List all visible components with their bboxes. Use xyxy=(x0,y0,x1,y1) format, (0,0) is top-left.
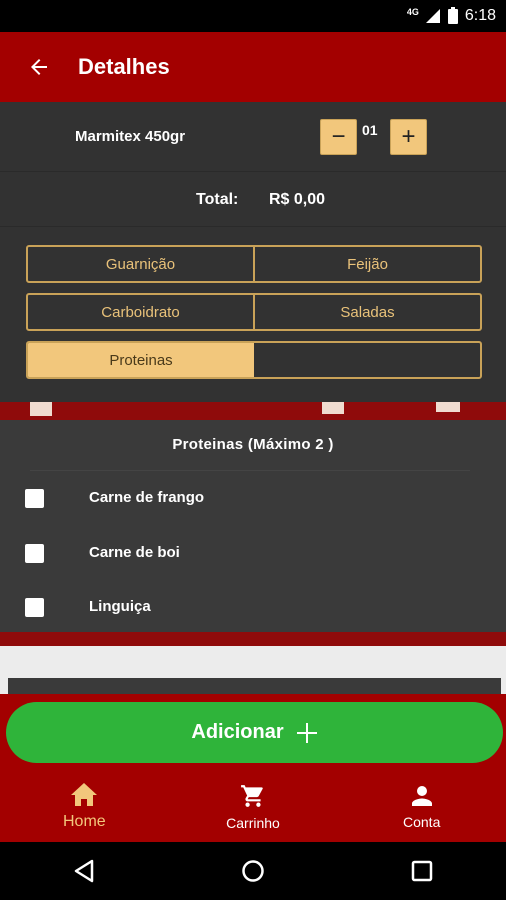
system-home-button[interactable] xyxy=(223,847,283,895)
nav-label: Home xyxy=(62,813,106,830)
tab-feijao[interactable]: Feijão xyxy=(253,247,480,281)
nav-conta[interactable]: Conta xyxy=(337,772,506,842)
nav-carrinho[interactable]: Carrinho xyxy=(169,772,338,842)
banner-decoration xyxy=(436,402,460,412)
tab-proteinas[interactable]: Proteinas xyxy=(28,343,254,377)
battery-icon xyxy=(447,7,458,24)
nav-label: Conta xyxy=(403,814,441,830)
product-row: Marmitex 450gr − 01 + xyxy=(0,102,506,172)
banner-decoration xyxy=(30,402,52,416)
divider xyxy=(30,470,470,471)
tab-empty xyxy=(254,343,480,377)
cart-icon xyxy=(241,785,263,807)
back-button[interactable] xyxy=(0,32,78,102)
total-value: R$ 0,00 xyxy=(269,191,326,208)
options-title: Proteinas (Máximo 2 ) xyxy=(172,436,334,453)
network-indicator: 4G xyxy=(406,7,419,17)
banner-decoration xyxy=(322,402,344,414)
quantity-value: 01 xyxy=(362,122,378,138)
list-item[interactable]: Carne de frango xyxy=(0,489,506,539)
signal-icon xyxy=(425,9,440,23)
details-panel: Marmitex 450gr − 01 + Total: R$ 0,00 Gua… xyxy=(0,102,506,402)
plus-icon xyxy=(296,722,317,743)
minus-icon: − xyxy=(331,123,346,150)
background-banner-bottom xyxy=(0,632,506,646)
nav-home[interactable]: Home xyxy=(0,772,169,842)
status-time: 6:18 xyxy=(464,7,496,24)
tab-row-3: Proteinas xyxy=(26,341,482,379)
page-title: Detalhes xyxy=(78,54,170,79)
circle-home-icon xyxy=(242,860,264,882)
add-button-bar: Adicionar xyxy=(0,694,506,772)
list-item[interactable]: Carne de boi xyxy=(0,544,506,594)
decrease-quantity-button[interactable]: − xyxy=(320,119,357,155)
tab-saladas[interactable]: Saladas xyxy=(253,295,480,329)
triangle-back-icon xyxy=(75,859,94,883)
total-row: Total: R$ 0,00 xyxy=(0,173,506,227)
plus-icon: + xyxy=(401,123,416,150)
product-name: Marmitex 450gr xyxy=(75,128,186,145)
system-recents-button[interactable] xyxy=(392,847,452,895)
checkbox[interactable] xyxy=(25,544,44,563)
bottom-navigation: Home Carrinho Conta xyxy=(0,772,506,842)
tab-guarnicao[interactable]: Guarnição xyxy=(28,247,253,281)
option-label: Carne de frango xyxy=(89,489,205,506)
system-back-button[interactable] xyxy=(54,847,114,895)
tab-row-1: Guarnição Feijão xyxy=(26,245,482,283)
square-recents-icon xyxy=(411,860,432,882)
system-navigation-bar xyxy=(0,842,506,900)
home-icon xyxy=(71,783,98,806)
tab-carboidrato[interactable]: Carboidrato xyxy=(28,295,253,329)
options-panel: Proteinas (Máximo 2 ) Carne de frango Ca… xyxy=(0,420,506,632)
person-icon xyxy=(411,786,432,806)
option-label: Carne de boi xyxy=(89,544,180,561)
arrow-left-icon xyxy=(31,59,47,75)
checkbox[interactable] xyxy=(25,489,44,508)
increase-quantity-button[interactable]: + xyxy=(390,119,427,155)
option-label: Linguiça xyxy=(89,598,151,615)
checkbox[interactable] xyxy=(25,598,44,617)
add-button-label: Adicionar xyxy=(191,721,284,743)
status-bar: 4G 6:18 xyxy=(0,0,506,32)
total-label: Total: xyxy=(196,191,239,208)
nav-label: Carrinho xyxy=(226,815,280,831)
tab-row-2: Carboidrato Saladas xyxy=(26,293,482,331)
app-bar: Detalhes xyxy=(0,32,506,102)
add-button[interactable]: Adicionar xyxy=(6,702,503,763)
background-banner-top xyxy=(0,402,506,420)
